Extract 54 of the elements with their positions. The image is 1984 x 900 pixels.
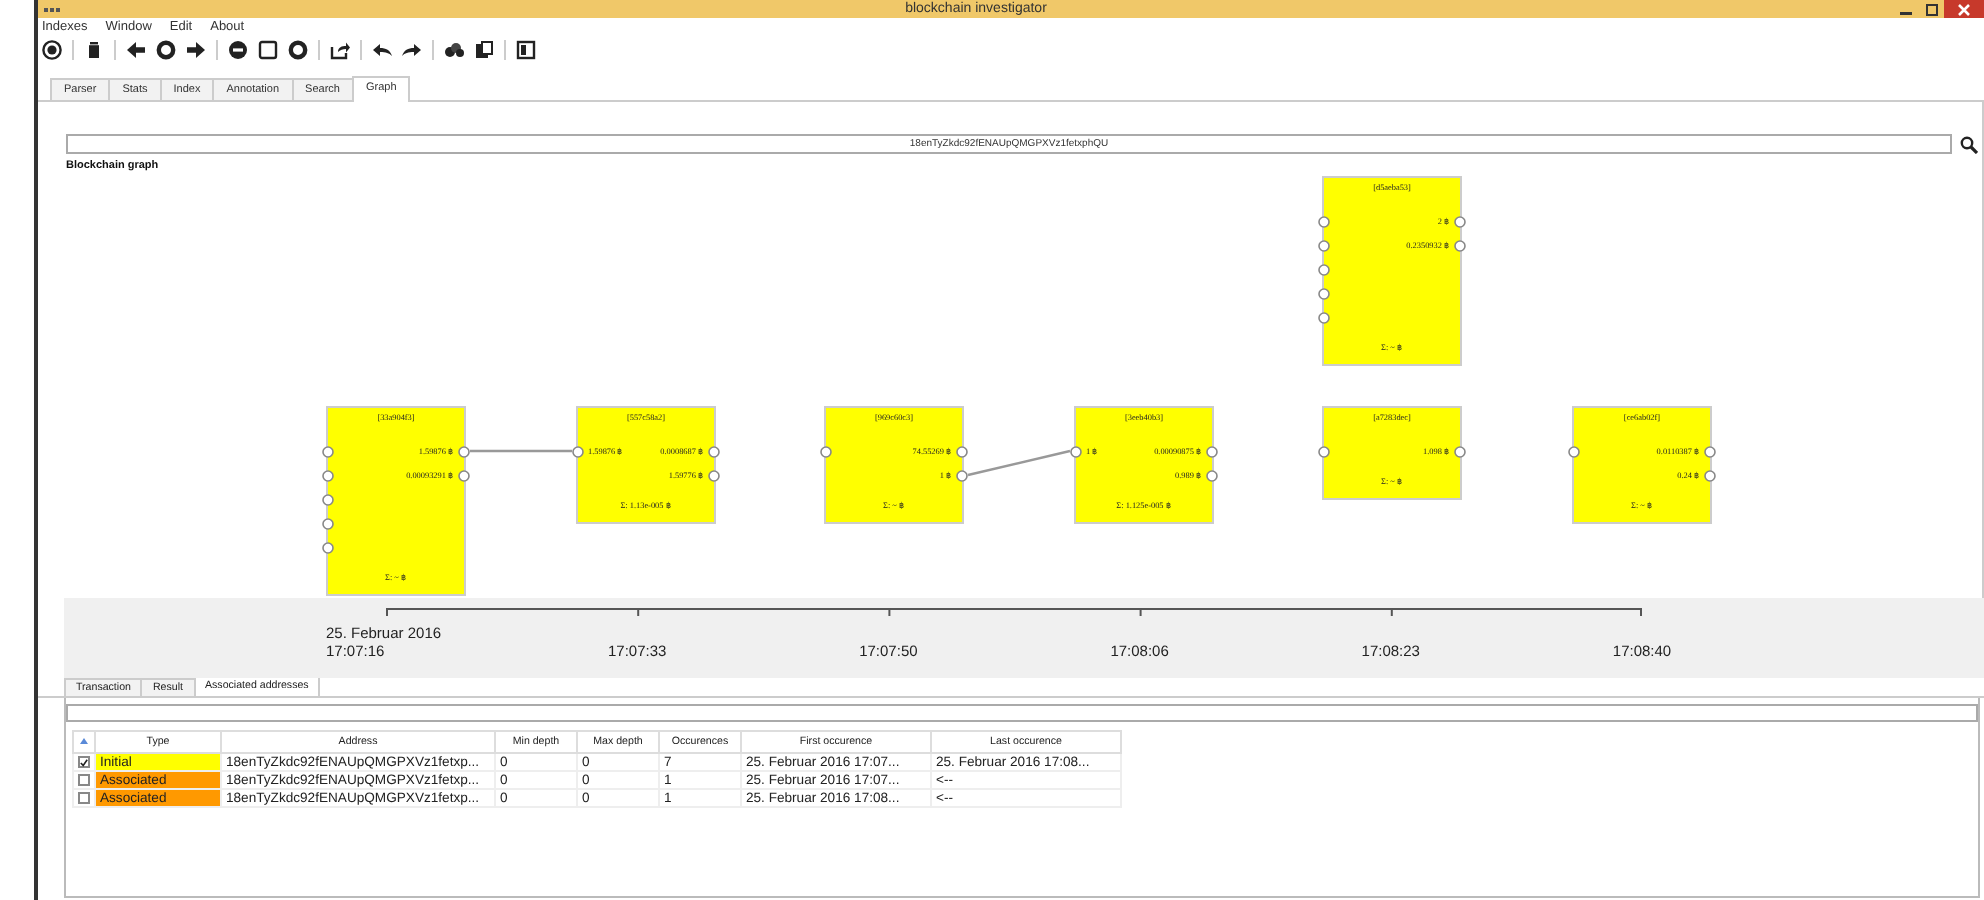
port-circle-icon [820,445,832,457]
right-arrow-icon[interactable] [186,39,206,59]
port-circle-icon [458,469,470,481]
curved-right-arrow-icon[interactable] [402,39,422,59]
row-checkbox[interactable] [78,774,90,786]
trash-icon[interactable] [84,39,104,59]
ring-icon[interactable] [156,39,176,59]
maximize-icon [1925,3,1937,15]
square-icon[interactable] [258,39,278,59]
port-circle-icon [708,445,720,457]
port-circle-icon [1704,469,1716,481]
port-circle-icon [1206,469,1218,481]
port-circle-icon [956,445,968,457]
port-circle-icon [1318,311,1330,323]
close-icon [1958,3,1970,15]
port-circle-icon [1318,215,1330,227]
group-icon[interactable] [444,39,464,59]
export-icon[interactable] [330,39,350,59]
port-circle-icon [458,445,470,457]
minus-circle-icon[interactable] [228,39,248,59]
port-circle-icon [322,517,334,529]
port-circle-icon [1318,287,1330,299]
port-circle-icon [956,469,968,481]
port-circle-icon [1206,445,1218,457]
port-circle-icon [1704,445,1716,457]
port-circle-icon [1454,215,1466,227]
port-circle-icon [1568,445,1580,457]
port-circle-icon [1454,445,1466,457]
port-circle-icon [1318,239,1330,251]
close-button[interactable] [1944,0,1984,18]
port-circle-icon [322,493,334,505]
port-circle-icon [322,445,334,457]
panel-icon[interactable] [516,39,536,59]
filter-field[interactable] [66,704,1978,722]
port-circle-icon [1454,239,1466,251]
port-circle-icon [322,541,334,553]
check-icon [80,757,88,767]
port-circle-icon [708,469,720,481]
sort-arrow-icon [80,738,88,744]
curved-left-arrow-icon[interactable] [372,39,392,59]
ring-icon[interactable] [288,39,308,59]
row-checkbox[interactable] [78,756,90,768]
port-circle-icon [322,469,334,481]
connector-line [470,449,572,453]
left-arrow-icon[interactable] [126,39,146,59]
port-circle-icon [572,445,584,457]
pages-icon[interactable] [474,39,494,59]
port-circle-icon [1318,263,1330,275]
record-icon[interactable] [42,39,62,59]
connector-line [967,449,1071,477]
port-circle-icon [1318,445,1330,457]
port-circle-icon [1070,445,1082,457]
row-checkbox[interactable] [78,792,90,804]
search-icon [1960,135,1978,153]
